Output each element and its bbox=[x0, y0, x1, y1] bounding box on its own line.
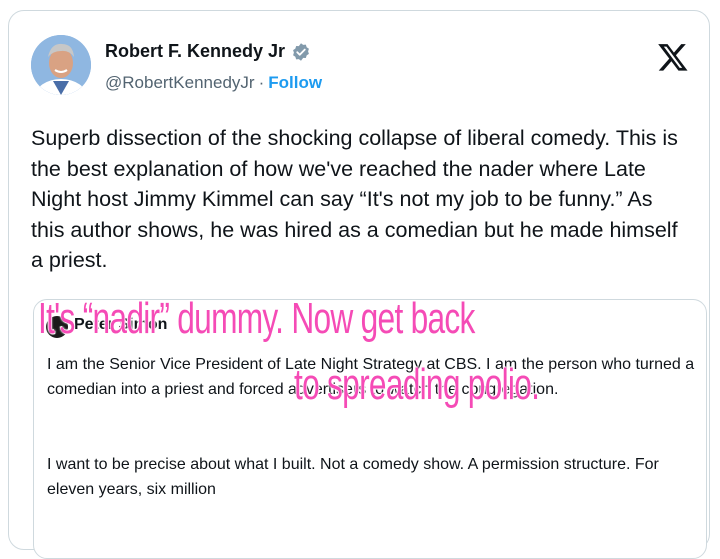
overlay-text-line-2: to spreading polio. bbox=[294, 360, 540, 409]
quote-paragraph-2: I want to be precise about what I built.… bbox=[47, 456, 659, 498]
handle-row: @RobertKennedyJr · Follow bbox=[105, 73, 322, 93]
tweet-card: Robert F. Kennedy Jr @RobertKennedyJr · Fo… bbox=[8, 10, 710, 559]
verified-badge-icon bbox=[293, 42, 309, 61]
author-avatar[interactable] bbox=[31, 35, 91, 95]
tweet-text: Superb dissection of the shocking collap… bbox=[31, 126, 678, 272]
follow-button[interactable]: Follow bbox=[268, 73, 322, 92]
author-name-row: Robert F. Kennedy Jr bbox=[105, 41, 311, 62]
author-handle[interactable]: @RobertKennedyJr bbox=[105, 73, 255, 92]
author-name[interactable]: Robert F. Kennedy Jr bbox=[105, 41, 285, 62]
overlay-text-line-1: It's “nadir” dummy. Now get back bbox=[38, 294, 475, 343]
x-logo-icon[interactable] bbox=[657, 41, 689, 73]
separator-dot: · bbox=[258, 73, 265, 92]
